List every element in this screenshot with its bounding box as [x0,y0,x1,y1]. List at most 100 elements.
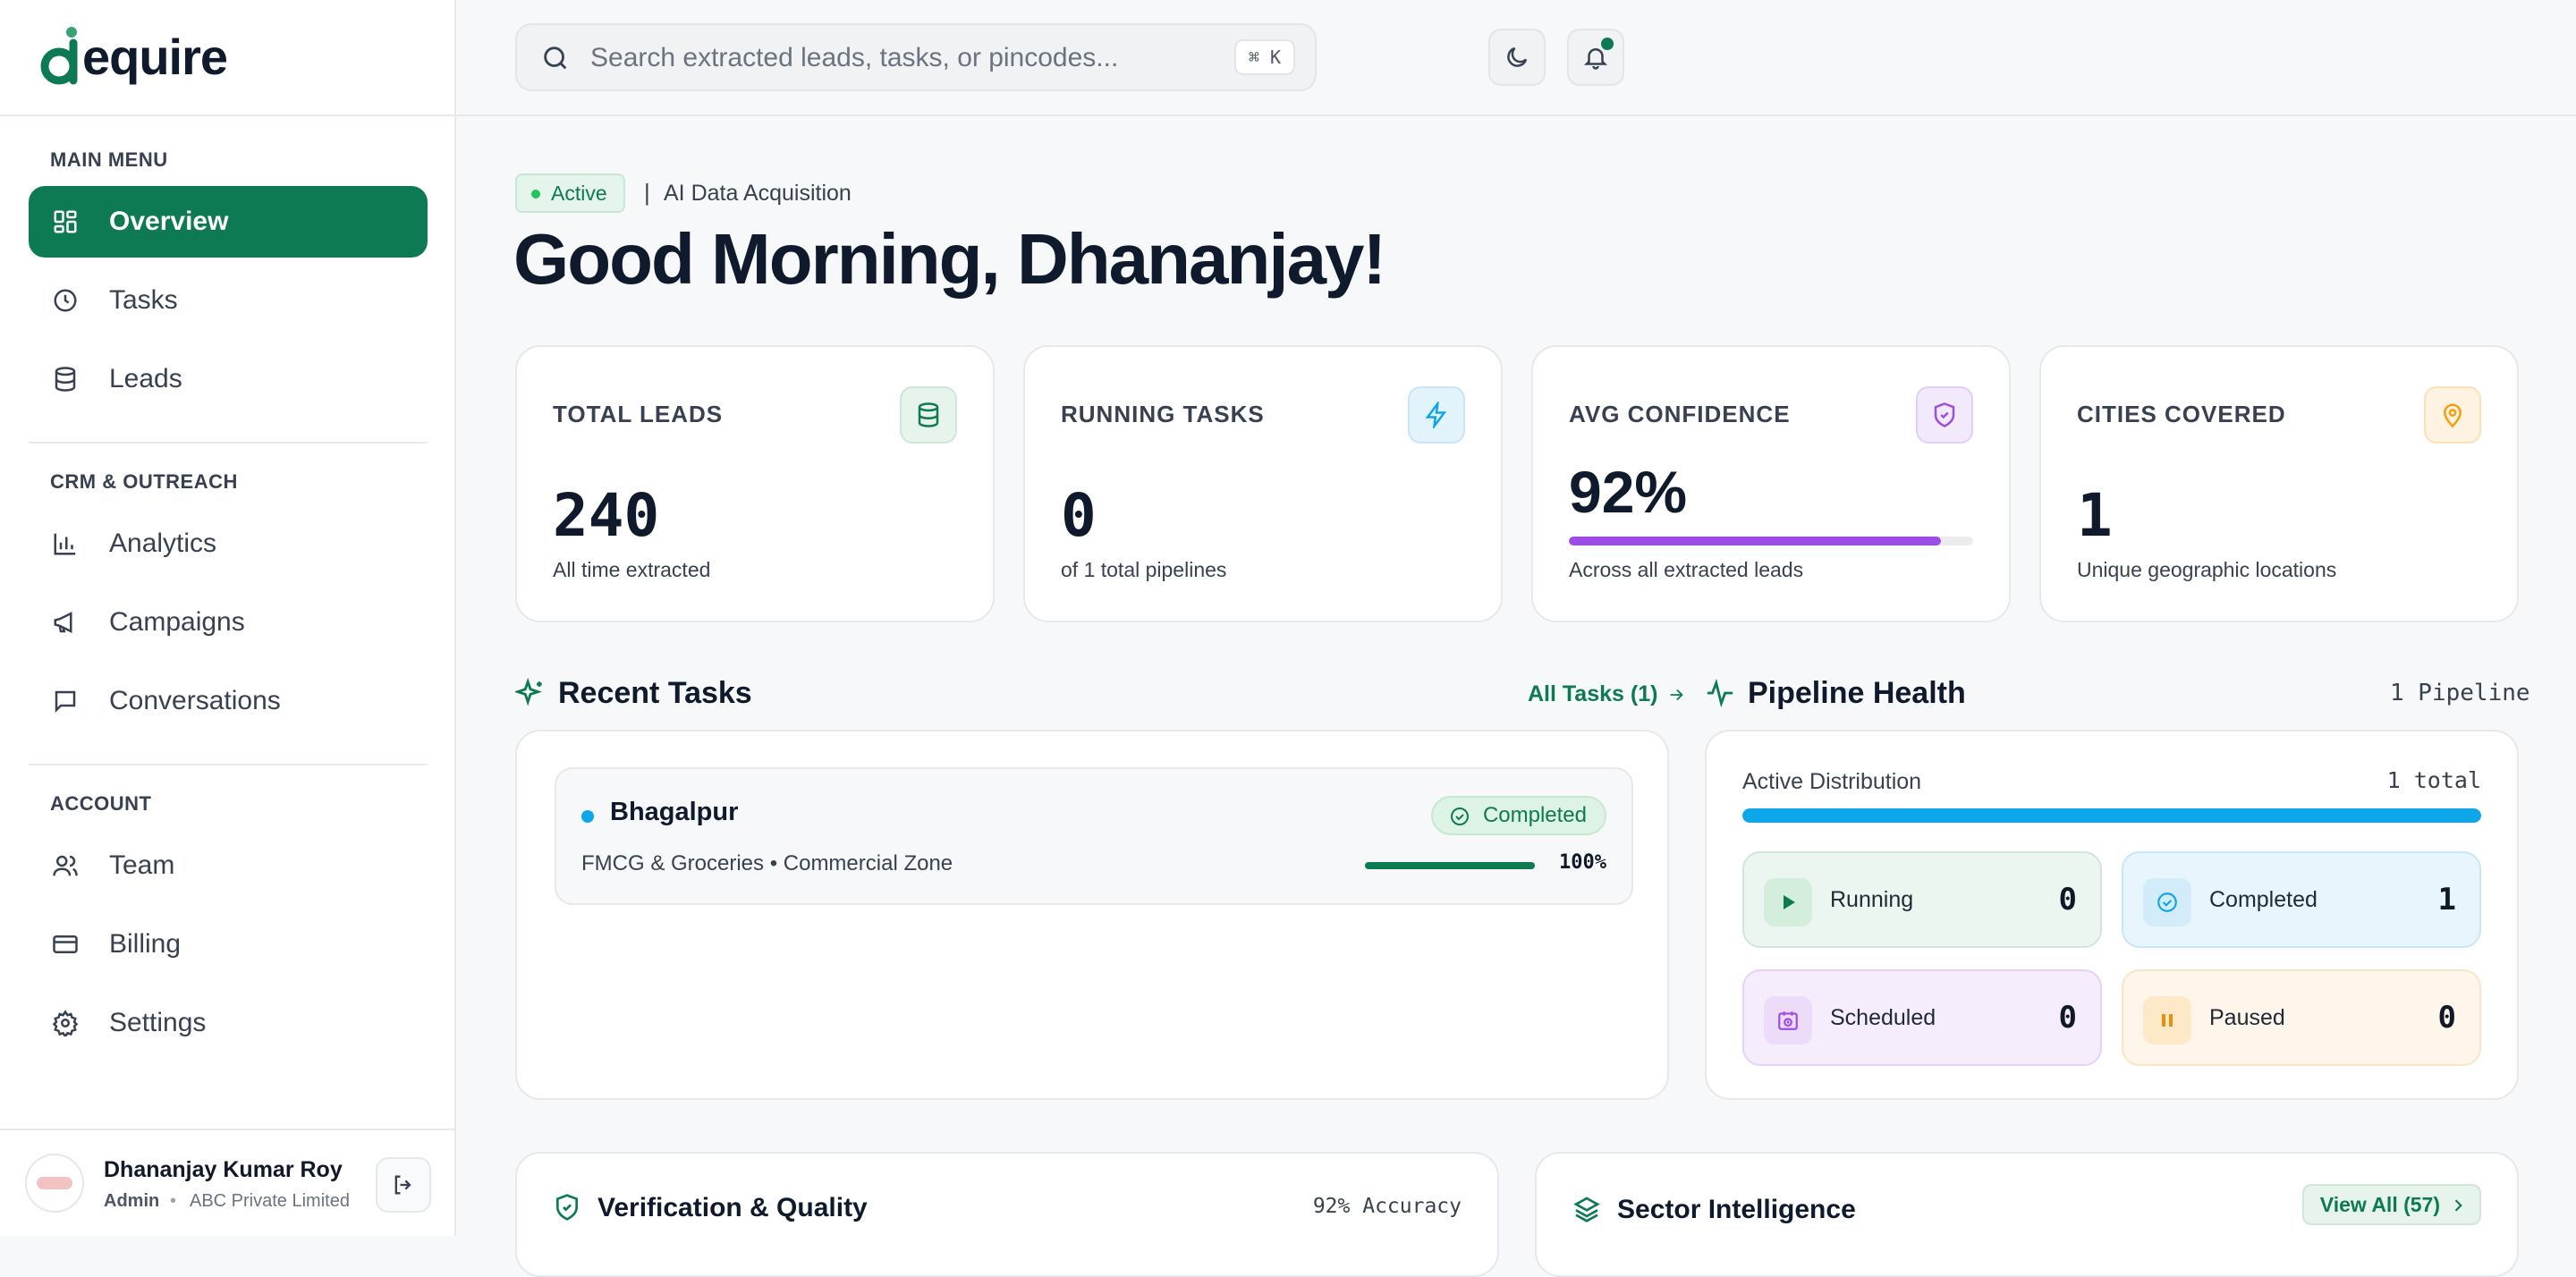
pipeline-tile-completed[interactable]: Completed 1 [2122,851,2481,948]
card-title: Sector Intelligence [1617,1195,1856,1224]
stat-value: 240 [553,481,660,550]
distribution-bar [1742,808,2481,823]
tile-label: Scheduled [1830,1005,1936,1030]
top-bar: ⌘ K [456,0,2576,116]
brand-logo[interactable]: equire [39,23,228,89]
sidebar-item-tasks[interactable]: Tasks [29,265,428,336]
chat-icon [50,686,80,716]
stat-description: of 1 total pipelines [1061,558,1227,581]
search-input[interactable] [589,25,1165,91]
view-all-button[interactable]: View All (57) [2301,1184,2481,1225]
sidebar-item-label: Campaigns [109,607,245,637]
database-icon [50,364,80,394]
sidebar-item-label: Tasks [109,285,178,315]
divider [29,764,428,765]
sidebar-item-leads[interactable]: Leads [29,343,428,415]
check-circle-icon [1450,808,1469,825]
pipeline-tile-paused[interactable]: Paused 0 [2122,969,2481,1066]
search-bar[interactable]: ⌘ K [515,23,1317,91]
sidebar-item-billing[interactable]: Billing [29,909,428,980]
stat-label: AVG CONFIDENCE [1569,401,1791,427]
logout-button[interactable] [376,1157,431,1213]
task-meta: FMCG & Groceries • Commercial Zone [581,851,953,875]
stat-label: RUNNING TASKS [1061,401,1265,427]
stat-card-total-leads[interactable]: TOTAL LEADS 240 All time extracted [515,345,995,622]
stat-card-running-tasks[interactable]: RUNNING TASKS 0 of 1 total pipelines [1023,345,1503,622]
search-icon [544,47,567,70]
task-row[interactable]: Bhagalpur FMCG & Groceries • Commercial … [555,767,1633,905]
task-progress-bar [1365,862,1535,869]
stat-label: TOTAL LEADS [553,401,724,427]
shortcut-hint: ⌘ K [1233,39,1295,75]
section-label-main-menu: MAIN MENU [50,148,168,171]
pipeline-tile-scheduled[interactable]: Scheduled 0 [1742,969,2102,1066]
sidebar-item-label: Analytics [109,529,217,558]
chevron-right-icon [2454,1199,2462,1212]
stat-card-avg-confidence[interactable]: AVG CONFIDENCE 92% Across all extracted … [1531,345,2011,622]
pause-icon [2143,996,2191,1044]
all-tasks-link[interactable]: All Tasks (1) [1528,681,1686,707]
verification-quality-card: Verification & Quality 92% Accuracy [515,1152,1499,1277]
pipeline-health-card: Active Distribution 1 total Running 0 Co… [1705,730,2519,1100]
notifications-button[interactable] [1567,29,1624,86]
distribution-label: Active Distribution [1742,769,1922,794]
user-role: Admin [104,1191,160,1211]
database-icon [900,386,957,444]
page-title: Good Morning, Dhananjay! [513,219,1386,299]
sidebar-item-conversations[interactable]: Conversations [29,665,428,737]
divider [0,114,456,116]
stat-value: 0 [1061,481,1097,550]
sector-intelligence-card: Sector Intelligence View All (57) [1535,1152,2519,1277]
distribution-total: 1 total [2386,767,2481,793]
task-progress-fill [1365,862,1535,869]
clock-icon [50,285,80,316]
shield-check-icon [556,1194,578,1221]
logo-mark-icon [40,27,78,85]
stat-description: Across all extracted leads [1569,558,1804,581]
logout-icon [394,1175,411,1195]
tile-label: Completed [2209,887,2318,912]
users-icon [50,850,80,881]
moon-icon [1507,47,1528,67]
stat-value: 1 [2077,481,2113,550]
sidebar-item-settings[interactable]: Settings [29,987,428,1059]
header-separator: | [644,179,650,206]
pipeline-count: 1 Pipeline [2390,680,2530,706]
avatar[interactable] [25,1154,84,1213]
distribution-bar-fill [1742,808,2481,823]
view-all-label: View All (57) [2319,1192,2440,1216]
sidebar-item-label: Conversations [109,686,281,715]
shield-icon [1916,386,1973,444]
stat-card-cities-covered[interactable]: CITIES COVERED 1 Unique geographic locat… [2039,345,2519,622]
status-badge: Completed [1430,796,1606,835]
tile-label: Paused [2209,1005,2285,1030]
layers-icon [1573,1197,1600,1222]
stat-label: CITIES COVERED [2077,401,2286,427]
pipeline-tile-running[interactable]: Running 0 [1742,851,2102,948]
sidebar-item-overview[interactable]: Overview [29,186,428,258]
divider [29,442,428,444]
sidebar-item-team[interactable]: Team [29,830,428,901]
separator-dot: • [170,1191,177,1211]
section-label-crm: CRM & OUTREACH [50,470,238,493]
accuracy-label: 92% Accuracy [1312,1195,1462,1218]
status-text: Active [551,181,607,205]
task-progress-label: 100% [1559,851,1606,874]
user-name: Dhananjay Kumar Roy [104,1157,343,1182]
user-company: ABC Private Limited [190,1191,350,1211]
theme-toggle-button[interactable] [1488,29,1546,86]
sidebar-item-campaigns[interactable]: Campaigns [29,587,428,658]
section-label-account: ACCOUNT [50,792,152,815]
bar-chart-icon [50,529,80,559]
megaphone-icon [50,607,80,638]
status-text: Completed [1482,803,1587,827]
sidebar-item-label: Settings [109,1008,207,1037]
task-status-dot [581,810,594,823]
stat-value: 92% [1569,459,1688,525]
arrow-right-icon [1671,689,1684,700]
activity-icon [1707,678,1733,708]
tile-value: 1 [2437,882,2456,918]
user-profile[interactable]: Dhananjay Kumar Roy Admin • ABC Private … [0,1129,454,1236]
sidebar-item-analytics[interactable]: Analytics [29,508,428,579]
dashboard-icon [50,207,80,237]
